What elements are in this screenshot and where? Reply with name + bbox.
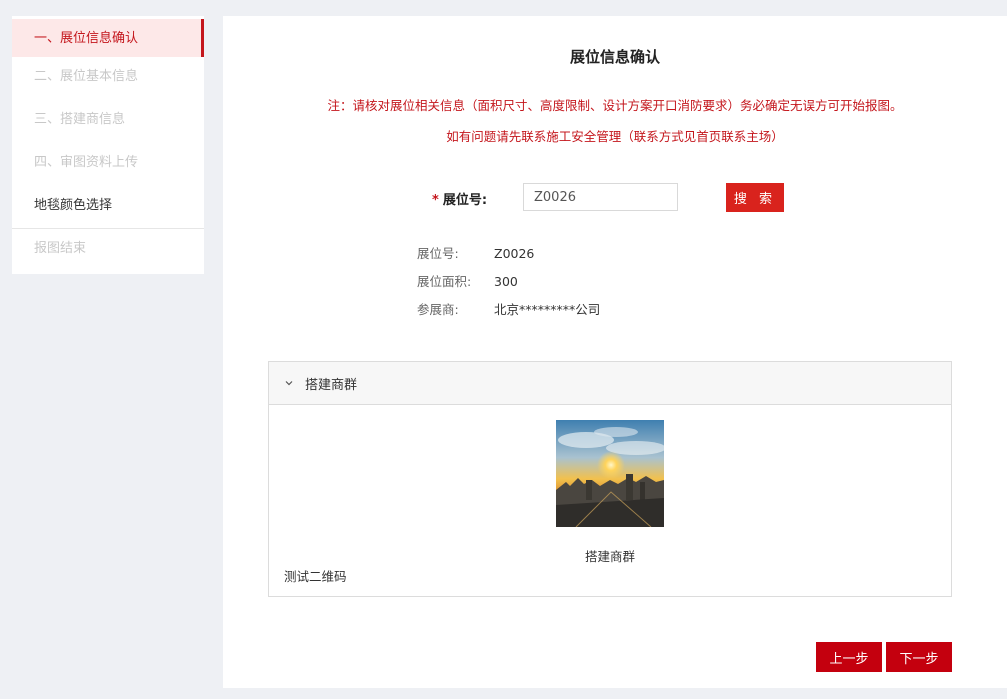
notice-line-1: 注：请核对展位相关信息（面积尺寸、高度限制、设计方案开口消防要求）务必确定无误方… <box>327 98 903 113</box>
sidebar: 一、展位信息确认 二、展位基本信息 三、搭建商信息 四、审图资料上传 地毯颜色选… <box>12 16 204 274</box>
booth-search-label-text: 展位号: <box>442 193 488 208</box>
sidebar-item-report-end[interactable]: 报图结束 <box>12 229 204 272</box>
qr-code-image <box>556 420 664 527</box>
main-content: 展位信息确认 注：请核对展位相关信息（面积尺寸、高度限制、设计方案开口消防要求）… <box>223 16 1007 688</box>
info-area: 展位面积: 300 <box>417 271 518 290</box>
info-booth-no-label: 展位号: <box>417 246 459 261</box>
page-title: 展位信息确认 <box>569 48 660 66</box>
qr-caption: 搭建商群 <box>584 549 635 564</box>
booth-search-label: * 展位号: <box>432 189 487 208</box>
sidebar-item-booth-basic[interactable]: 二、展位基本信息 <box>12 57 204 100</box>
prev-step-button[interactable]: 上一步 <box>816 642 882 672</box>
sidebar-item-carpet-color[interactable]: 地毯颜色选择 <box>12 186 204 229</box>
qr-name: 测试二维码 <box>284 569 347 584</box>
builder-group-panel-header[interactable]: 搭建商群 <box>269 362 951 405</box>
info-booth-no-value: Z0026 <box>494 246 535 261</box>
chevron-down-icon <box>285 381 293 386</box>
info-exhibitor-value: 北京*********公司 <box>494 302 601 317</box>
info-exhibitor: 参展商: 北京*********公司 <box>417 299 600 318</box>
info-area-label: 展位面积: <box>417 274 472 289</box>
booth-search-input[interactable] <box>523 183 678 211</box>
builder-group-panel: 搭建商群 搭建商群 测试二维码 <box>268 361 952 597</box>
next-step-button[interactable]: 下一步 <box>886 642 952 672</box>
sidebar-item-booth-confirm[interactable]: 一、展位信息确认 <box>12 19 204 57</box>
info-exhibitor-label: 参展商: <box>417 302 459 317</box>
search-button[interactable]: 搜 索 <box>726 183 784 212</box>
info-area-value: 300 <box>494 274 518 289</box>
required-mark: * <box>432 193 439 208</box>
sidebar-item-review-upload[interactable]: 四、审图资料上传 <box>12 143 204 186</box>
info-booth-no: 展位号: Z0026 <box>417 243 534 262</box>
builder-group-panel-title: 搭建商群 <box>305 377 358 393</box>
notice-line-2: 如有问题请先联系施工安全管理（联系方式见首页联系主场） <box>446 129 784 144</box>
sidebar-item-builder-info[interactable]: 三、搭建商信息 <box>12 100 204 143</box>
